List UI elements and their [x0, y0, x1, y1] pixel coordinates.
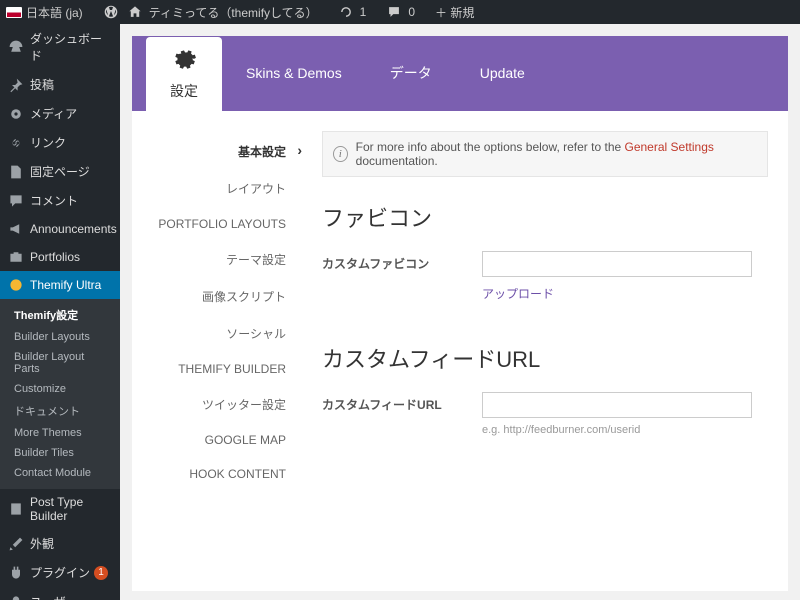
sidebar-item-plugins[interactable]: プラグイン1: [0, 558, 120, 587]
general-settings-link[interactable]: General Settings: [625, 140, 714, 154]
comment-icon: [8, 193, 24, 209]
feed-url-input[interactable]: [482, 392, 752, 418]
settings-main: i For more info about the options below,…: [302, 131, 768, 571]
megaphone-icon: [8, 221, 24, 237]
subnav-image-script[interactable]: 画像スクリプト: [132, 278, 302, 315]
favicon-label: カスタムファビコン: [322, 251, 482, 272]
sidebar-item-media[interactable]: メディア: [0, 99, 120, 128]
content-area: 設定 Skins & Demos データ Update 基本設定 レイアウト P…: [120, 24, 800, 600]
tab-settings[interactable]: 設定: [146, 37, 222, 112]
updates-count: 1: [360, 5, 367, 19]
info-text: For more info about the options below, r…: [356, 140, 757, 168]
post-type-icon: [8, 501, 24, 517]
feed-hint: e.g. http://feedburner.com/userid: [482, 424, 768, 436]
flag-icon: [6, 7, 22, 18]
sidebar-item-announcements[interactable]: Announcements: [0, 215, 120, 243]
site-title[interactable]: ティミってる（themifyしてる）: [149, 4, 318, 21]
media-icon: [8, 106, 24, 122]
feed-heading: カスタムフィードURL: [322, 342, 768, 374]
plugin-icon: [8, 565, 24, 581]
page-icon: [8, 164, 24, 180]
tab-data[interactable]: データ: [366, 36, 456, 111]
home-icon[interactable]: [127, 4, 143, 20]
tab-skins[interactable]: Skins & Demos: [222, 36, 366, 111]
link-icon: [8, 135, 24, 151]
sidebar-item-comments[interactable]: コメント: [0, 186, 120, 215]
feed-label: カスタムフィードURL: [322, 392, 482, 413]
comments-icon[interactable]: [386, 4, 402, 20]
tab-settings-label: 設定: [170, 81, 198, 101]
sidebar-sub-builder-layouts[interactable]: Builder Layouts: [0, 327, 120, 347]
subnav-builder[interactable]: THEMIFY BUILDER: [132, 352, 302, 386]
subnav-layout[interactable]: レイアウト: [132, 170, 302, 207]
sidebar-submenu: Themify設定 Builder Layouts Builder Layout…: [0, 299, 120, 489]
sidebar-item-links[interactable]: リンク: [0, 128, 120, 157]
favicon-heading: ファビコン: [322, 201, 768, 233]
sidebar-item-themify[interactable]: Themify Ultra: [0, 271, 120, 299]
info-icon: i: [333, 146, 348, 162]
upload-button[interactable]: アップロード: [482, 285, 768, 302]
admin-bar: 日本語 (ja) ティミってる（themifyしてる） 1 0 ＋ 新規: [0, 0, 800, 24]
sidebar-sub-contact-module[interactable]: Contact Module: [0, 463, 120, 483]
user-icon: [8, 594, 24, 600]
sidebar-item-appearance[interactable]: 外観: [0, 529, 120, 558]
subnav-hook-content[interactable]: HOOK CONTENT: [132, 457, 302, 491]
admin-sidebar: ダッシュボード 投稿 メディア リンク 固定ページ コメント Announcem…: [0, 24, 120, 600]
new-content-button[interactable]: ＋ 新規: [435, 4, 474, 21]
sidebar-item-pages[interactable]: 固定ページ: [0, 157, 120, 186]
sidebar-sub-builder-layout-parts[interactable]: Builder Layout Parts: [0, 347, 120, 379]
sidebar-item-posts[interactable]: 投稿: [0, 70, 120, 99]
brush-icon: [8, 536, 24, 552]
sidebar-item-portfolios[interactable]: Portfolios: [0, 243, 120, 271]
subnav-google-map[interactable]: GOOGLE MAP: [132, 423, 302, 457]
subnav-basic[interactable]: 基本設定: [132, 133, 302, 170]
sidebar-sub-builder-tiles[interactable]: Builder Tiles: [0, 443, 120, 463]
sidebar-sub-more-themes[interactable]: More Themes: [0, 423, 120, 443]
sidebar-sub-settings[interactable]: Themify設定: [0, 303, 120, 327]
dashboard-icon: [8, 39, 24, 55]
info-bar: i For more info about the options below,…: [322, 131, 768, 177]
plugin-update-badge: 1: [94, 566, 108, 580]
subnav-twitter[interactable]: ツイッター設定: [132, 386, 302, 423]
gear-icon: [171, 46, 197, 75]
settings-panel: 基本設定 レイアウト PORTFOLIO LAYOUTS テーマ設定 画像スクリ…: [132, 111, 788, 591]
wp-logo-icon[interactable]: [103, 4, 119, 20]
sidebar-item-dashboard[interactable]: ダッシュボード: [0, 24, 120, 70]
sidebar-item-ptb[interactable]: Post Type Builder: [0, 489, 120, 529]
favicon-input[interactable]: [482, 251, 752, 277]
sidebar-sub-customize[interactable]: Customize: [0, 379, 120, 399]
themify-icon: [8, 277, 24, 293]
subnav-social[interactable]: ソーシャル: [132, 315, 302, 352]
sidebar-item-users[interactable]: ユーザー: [0, 587, 120, 600]
settings-tabs: 設定 Skins & Demos データ Update: [132, 36, 788, 111]
refresh-icon[interactable]: [338, 4, 354, 20]
language-switcher[interactable]: 日本語 (ja): [26, 4, 83, 21]
settings-subnav: 基本設定 レイアウト PORTFOLIO LAYOUTS テーマ設定 画像スクリ…: [132, 131, 302, 571]
portfolio-icon: [8, 249, 24, 265]
subnav-theme[interactable]: テーマ設定: [132, 241, 302, 278]
sidebar-sub-docs[interactable]: ドキュメント: [0, 399, 120, 423]
pin-icon: [8, 77, 24, 93]
subnav-portfolio-layouts[interactable]: PORTFOLIO LAYOUTS: [132, 207, 302, 241]
comments-count: 0: [408, 5, 415, 19]
tab-update[interactable]: Update: [456, 36, 549, 111]
